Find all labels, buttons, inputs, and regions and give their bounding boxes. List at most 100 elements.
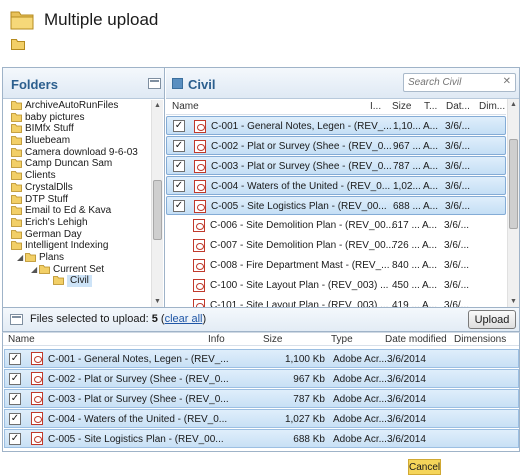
upload-checkbox[interactable]: ✓ (9, 353, 21, 365)
file-date: 3/6/... (445, 121, 471, 132)
clear-all-link[interactable]: clear all (165, 313, 203, 325)
folders-header: Folders (3, 68, 164, 99)
file-row[interactable]: C-100 - Site Layout Plan - (REV_003) ...… (166, 276, 506, 295)
file-date: 3/6/... (444, 220, 470, 231)
upload-checkbox[interactable]: ✓ (9, 373, 21, 385)
column-info[interactable]: I... (370, 101, 381, 112)
folder-tree-scrollbar[interactable]: ▲ ▼ (151, 100, 163, 307)
upload-file-date: 3/6/2014 (387, 434, 426, 445)
column-name[interactable]: Name (8, 334, 35, 345)
file-row[interactable]: ✓ C-005 - Site Logistics Plan - (REV_00..… (166, 196, 506, 215)
collapse-selection-icon[interactable] (10, 314, 23, 325)
folder-tree-item[interactable]: German Day (3, 229, 151, 241)
clear-search-icon[interactable]: ✕ (503, 76, 511, 87)
file-checkbox[interactable]: ✓ (173, 180, 185, 192)
scroll-thumb[interactable] (509, 139, 518, 229)
folder-label: baby pictures (25, 111, 85, 123)
column-name[interactable]: Name (172, 101, 199, 112)
folder-tree-item[interactable]: Camp Duncan Sam (3, 158, 151, 170)
upload-file-type: Adobe Acr... (333, 394, 387, 405)
scroll-thumb[interactable] (153, 180, 162, 240)
folder-tree-item[interactable]: baby pictures (3, 112, 151, 124)
search-input[interactable] (404, 74, 499, 91)
upload-file-date: 3/6/2014 (387, 374, 426, 385)
expand-arrow-icon[interactable]: ◢ (17, 252, 23, 264)
file-checkbox[interactable]: ✓ (173, 200, 185, 212)
file-size: 450 ... (392, 280, 420, 291)
selection-count: 5 (151, 313, 158, 325)
file-size: 688 ... (393, 201, 421, 212)
folder-tree-item[interactable]: ◢ Plans (3, 252, 151, 264)
upload-file-date: 3/6/2014 (387, 354, 426, 365)
file-size: 726 ... (392, 240, 420, 251)
folder-tree-item[interactable]: Bluebeam (3, 135, 151, 147)
scroll-up-icon[interactable]: ▲ (508, 99, 519, 110)
upload-file-type: Adobe Acr... (333, 414, 387, 425)
column-dimensions[interactable]: Dim... (479, 101, 505, 112)
collapse-pane-icon[interactable] (148, 78, 161, 89)
folder-tree-item[interactable]: Camera download 9-6-03 (3, 147, 151, 159)
folder-tree-item[interactable]: BIMfx Stuff (3, 123, 151, 135)
column-date[interactable]: Date modified (385, 334, 447, 345)
folder-tree-item[interactable]: DTP Stuff (3, 194, 151, 206)
upload-row[interactable]: ✓ C-003 - Plat or Survey (Shee - (REV_0..… (4, 389, 519, 408)
file-row[interactable]: C-007 - Site Demolition Plan - (REV_00..… (166, 236, 506, 255)
scroll-down-icon[interactable]: ▼ (152, 296, 163, 307)
file-name: C-006 - Site Demolition Plan - (REV_00..… (210, 220, 394, 231)
folder-tree-item[interactable]: Erich's Lehigh (3, 217, 151, 229)
folder-tree-item[interactable]: ◢ Current Set (3, 264, 151, 276)
file-row[interactable]: C-006 - Site Demolition Plan - (REV_00..… (166, 216, 506, 235)
cancel-button[interactable]: Cancel (408, 459, 441, 475)
folder-label: Current Set (53, 263, 105, 275)
file-row[interactable]: ✓ C-003 - Plat or Survey (Shee - (REV_0..… (166, 156, 506, 175)
folder-tree-item[interactable]: Email to Ed & Kava (3, 205, 151, 217)
folder-tree-item[interactable]: ArchiveAutoRunFiles (3, 100, 151, 112)
folders-pane: Folders ArchiveAutoRunFiles baby pictures… (3, 68, 165, 307)
upload-file-size: 967 Kb (293, 374, 325, 385)
folder-tree-item[interactable]: Civil (3, 275, 151, 288)
folder-label: Erich's Lehigh (25, 216, 88, 228)
selection-label: Files selected to upload: (30, 313, 149, 325)
file-name: C-101 - Site Layout Plan - (REV_003) ... (210, 300, 389, 307)
upload-checkbox[interactable]: ✓ (9, 433, 21, 445)
upload-row[interactable]: ✓ C-004 - Waters of the United - (REV_0..… (4, 409, 519, 428)
file-checkbox[interactable]: ✓ (173, 140, 185, 152)
column-type[interactable]: Type (331, 334, 353, 345)
upload-file-name: C-001 - General Notes, Legen - (REV_... (48, 354, 229, 365)
upload-button[interactable]: Upload (468, 310, 516, 329)
file-row[interactable]: C-101 - Site Layout Plan - (REV_003) ...… (166, 296, 506, 307)
file-checkbox[interactable]: ✓ (173, 160, 185, 172)
file-date: 3/6/... (445, 201, 471, 212)
upload-row[interactable]: ✓ C-001 - General Notes, Legen - (REV_...… (4, 349, 519, 368)
file-row[interactable]: ✓ C-004 - Waters of the United - (REV_0..… (166, 176, 506, 195)
file-row[interactable]: ✓ C-002 - Plat or Survey (Shee - (REV_0..… (166, 136, 506, 155)
scroll-up-icon[interactable]: ▲ (152, 100, 163, 111)
column-size[interactable]: Size (263, 334, 282, 345)
expand-arrow-icon[interactable]: ◢ (31, 264, 37, 276)
upload-row[interactable]: ✓ C-005 - Site Logistics Plan - (REV_00..… (4, 429, 519, 448)
upload-checkbox[interactable]: ✓ (9, 393, 21, 405)
upload-table-header: Name Info Size Type Date modified Dimens… (3, 333, 519, 346)
folder-tree-item[interactable]: CrystalDlls (3, 182, 151, 194)
folder-tree-item[interactable]: Clients (3, 170, 151, 182)
upload-row[interactable]: ✓ C-002 - Plat or Survey (Shee - (REV_0..… (4, 369, 519, 388)
file-row[interactable]: ✓ C-001 - General Notes, Legen - (REV_...… (166, 116, 506, 135)
column-size[interactable]: Size (392, 101, 411, 112)
scroll-down-icon[interactable]: ▼ (508, 296, 519, 307)
file-list-scrollbar[interactable]: ▲ ▼ (507, 99, 519, 307)
folder-label: Camera download 9-6-03 (25, 146, 138, 158)
file-list-header: Name I... Size T... Dat... Dim... (166, 99, 506, 115)
column-date[interactable]: Dat... (446, 101, 470, 112)
upload-checkbox[interactable]: ✓ (9, 413, 21, 425)
column-type[interactable]: T... (424, 101, 437, 112)
folder-tree-item[interactable]: Intelligent Indexing (3, 240, 151, 252)
file-checkbox[interactable]: ✓ (173, 120, 185, 132)
selection-summary: Files selected to upload: 5 (clear all) (30, 313, 207, 325)
file-row[interactable]: C-008 - Fire Department Mast - (REV_... 8… (166, 256, 506, 275)
file-date: 3/6/... (444, 240, 470, 251)
small-folder-icon[interactable] (11, 38, 25, 50)
folder-icon (11, 229, 22, 239)
column-info[interactable]: Info (208, 334, 225, 345)
file-list: ✓ C-001 - General Notes, Legen - (REV_...… (166, 116, 506, 307)
column-dimensions[interactable]: Dimensions (454, 334, 506, 345)
